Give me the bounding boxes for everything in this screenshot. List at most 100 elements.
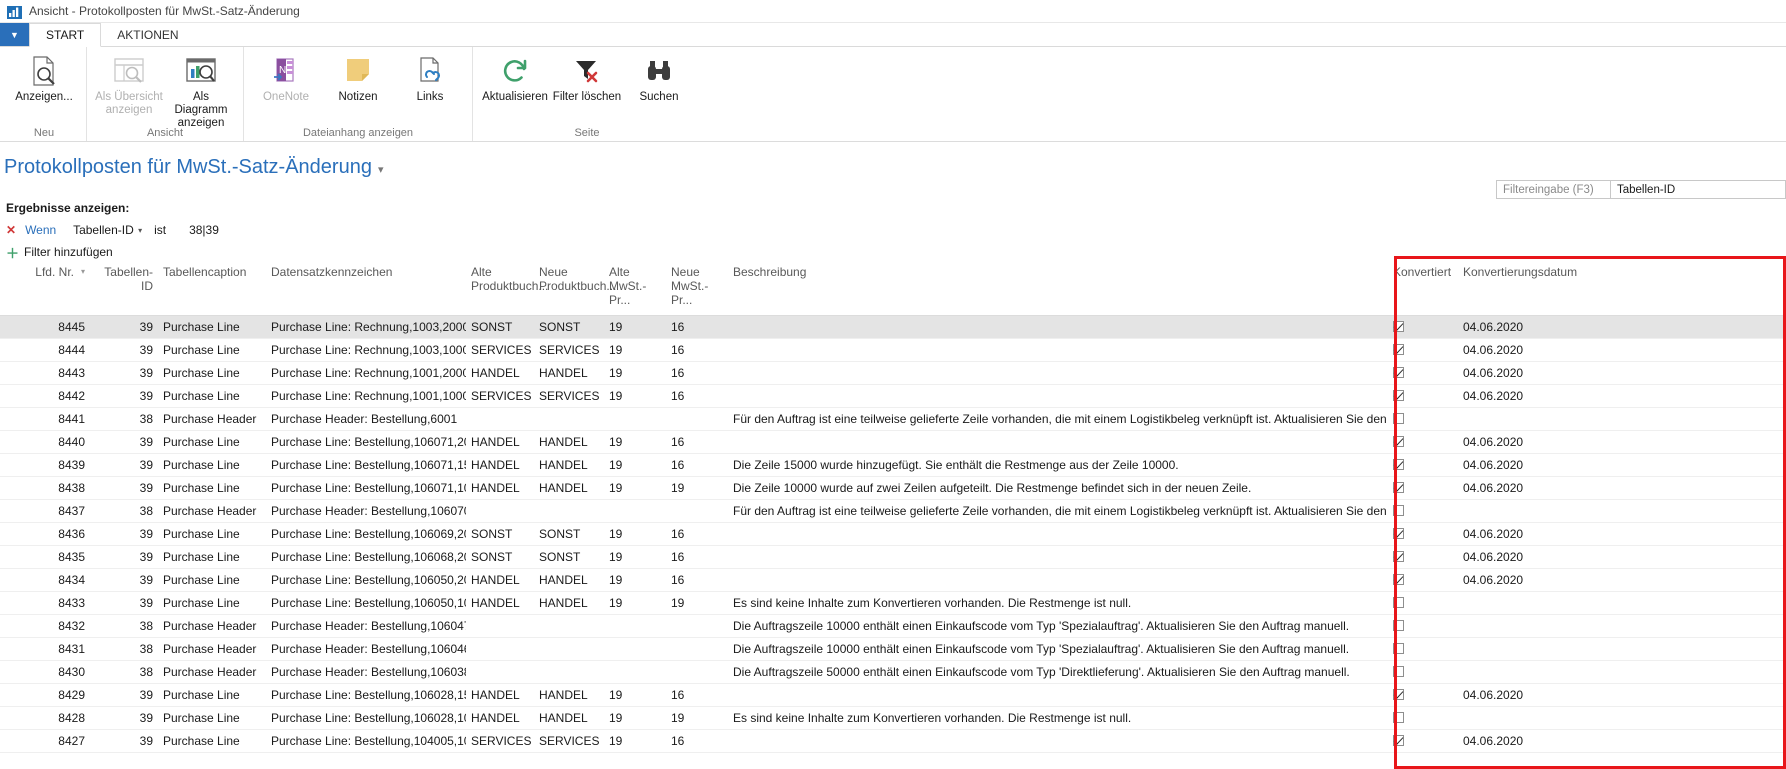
table-row[interactable]: 8438 39 Purchase Line Purchase Line: Bestel… xyxy=(0,476,1786,500)
table-row[interactable]: 8442 39 Purchase Line Purchase Line: Rechnu… xyxy=(0,384,1786,408)
konvertiert-checkbox[interactable] xyxy=(1393,321,1404,332)
remove-filter-icon[interactable]: ✕ xyxy=(6,223,16,237)
links-button[interactable]: Links xyxy=(394,49,466,104)
filter-condition-label[interactable]: Wenn xyxy=(25,223,73,237)
cell-tabellen_id: 38 xyxy=(90,637,158,661)
add-filter-row[interactable]: ＋ Filter hinzufügen xyxy=(0,242,1786,262)
filter-pane: Filtereingabe (F3) Tabellen-ID xyxy=(1496,180,1786,199)
als-diagramm-anzeigen-button[interactable]: Als Diagramm anzeigen xyxy=(165,49,237,130)
konvertiert-checkbox[interactable] xyxy=(1393,413,1404,424)
notizen-button[interactable]: Notizen xyxy=(322,49,394,104)
cell-tabellencaption: Purchase Line xyxy=(158,729,266,753)
cell-konvertierungsdatum: 04.06.2020 xyxy=(1458,683,1786,707)
column-header-tabellen_id[interactable]: Tabellen-ID xyxy=(90,262,158,316)
konvertiert-checkbox[interactable] xyxy=(1393,643,1404,654)
column-header-alte_mwst[interactable]: Alte MwSt.-Pr... xyxy=(604,262,666,316)
cell-beschreibung xyxy=(728,545,1388,569)
cell-neue_mwst: 16 xyxy=(666,568,728,592)
filter-value[interactable]: 38|39 xyxy=(189,223,219,237)
cell-konvertiert xyxy=(1388,522,1458,546)
aktualisieren-button[interactable]: Aktualisieren xyxy=(479,49,551,104)
cell-datensatzkennzeichen: Purchase Line: Bestellung,106071,10000 xyxy=(266,476,466,500)
konvertiert-checkbox[interactable] xyxy=(1393,390,1404,401)
filter-field-box[interactable]: Tabellen-ID xyxy=(1611,180,1786,199)
konvertiert-checkbox[interactable] xyxy=(1393,344,1404,355)
konvertiert-checkbox[interactable] xyxy=(1393,528,1404,539)
suchen-button[interactable]: Suchen xyxy=(623,49,695,104)
cell-datensatzkennzeichen: Purchase Line: Bestellung,104005,100000 xyxy=(266,729,466,753)
cell-konvertiert xyxy=(1388,614,1458,638)
sort-descending-icon[interactable]: ▾ xyxy=(81,265,85,279)
konvertiert-checkbox[interactable] xyxy=(1393,620,1404,631)
column-header-datensatzkennzeichen[interactable]: Datensatzkennzeichen xyxy=(266,262,466,316)
column-header-beschreibung[interactable]: Beschreibung xyxy=(728,262,1388,316)
filter-input[interactable]: Filtereingabe (F3) xyxy=(1496,180,1611,199)
cell-lfd_nr: 8431 xyxy=(0,637,90,661)
quick-access-dropdown-button[interactable]: ▼ xyxy=(0,23,29,46)
column-header-konvertierungsdatum[interactable]: Konvertierungsdatum xyxy=(1458,262,1786,316)
suchen-button-label: Suchen xyxy=(639,91,679,103)
table-row[interactable]: 8428 39 Purchase Line Purchase Line: Bestel… xyxy=(0,706,1786,730)
konvertiert-checkbox[interactable] xyxy=(1393,436,1404,447)
konvertiert-checkbox[interactable] xyxy=(1393,666,1404,677)
column-header-alte_produktbuch[interactable]: Alte Produktbuch... xyxy=(466,262,548,316)
column-header-label: Konvertierungsdatum xyxy=(1463,265,1578,279)
table-row[interactable]: 8440 39 Purchase Line Purchase Line: Bestel… xyxy=(0,430,1786,454)
table-row[interactable]: 8436 39 Purchase Line Purchase Line: Bestel… xyxy=(0,522,1786,546)
column-header-neue_mwst[interactable]: Neue MwSt.-Pr... xyxy=(666,262,728,316)
table-row[interactable]: 8434 39 Purchase Line Purchase Line: Bestel… xyxy=(0,568,1786,592)
konvertiert-checkbox[interactable] xyxy=(1393,574,1404,585)
konvertiert-checkbox[interactable] xyxy=(1393,689,1404,700)
chevron-down-icon[interactable]: ▾ xyxy=(138,226,142,235)
konvertiert-checkbox[interactable] xyxy=(1393,459,1404,470)
als-uebersicht-anzeigen-button[interactable]: Als Übersicht anzeigen xyxy=(93,49,165,117)
table-row[interactable]: 8431 38 Purchase Header Purchase Header: Be… xyxy=(0,637,1786,661)
cell-lfd_nr: 8444 xyxy=(0,338,90,362)
table-row[interactable]: 8443 39 Purchase Line Purchase Line: Rechnu… xyxy=(0,361,1786,385)
column-header-neue_produktbuch[interactable]: Neue Produktbuch... xyxy=(534,262,616,316)
konvertiert-checkbox[interactable] xyxy=(1393,367,1404,378)
cell-tabellencaption: Purchase Line xyxy=(158,315,266,339)
column-header-konvertiert[interactable]: Konvertiert xyxy=(1388,262,1458,316)
konvertiert-checkbox[interactable] xyxy=(1393,551,1404,562)
cell-lfd_nr: 8434 xyxy=(0,568,90,592)
table-row[interactable]: 8430 38 Purchase Header Purchase Header: Be… xyxy=(0,660,1786,684)
konvertiert-checkbox[interactable] xyxy=(1393,712,1404,723)
cell-lfd_nr: 8440 xyxy=(0,430,90,454)
table-row[interactable]: 8427 39 Purchase Line Purchase Line: Bestel… xyxy=(0,729,1786,753)
anzeigen-button[interactable]: Anzeigen... xyxy=(8,49,80,104)
filter-field-name[interactable]: Tabellen-ID xyxy=(73,223,135,237)
cell-alte_mwst xyxy=(604,614,666,638)
cell-konvertierungsdatum xyxy=(1458,706,1786,730)
table-row[interactable]: 8445 39 Purchase Line Purchase Line: Rechnu… xyxy=(0,315,1786,339)
table-row[interactable]: 8441 38 Purchase Header Purchase Header: Be… xyxy=(0,407,1786,431)
page-title-caret-icon[interactable]: ▾ xyxy=(378,164,384,176)
cell-lfd_nr: 8435 xyxy=(0,545,90,569)
tab-aktionen[interactable]: AKTIONEN xyxy=(101,23,195,46)
table-row[interactable]: 8437 38 Purchase Header Purchase Header: Be… xyxy=(0,499,1786,523)
konvertiert-checkbox[interactable] xyxy=(1393,597,1404,608)
cell-alte_produktbuch xyxy=(466,407,534,431)
konvertiert-checkbox[interactable] xyxy=(1393,505,1404,516)
table-row[interactable]: 8439 39 Purchase Line Purchase Line: Bestel… xyxy=(0,453,1786,477)
table-row[interactable]: 8429 39 Purchase Line Purchase Line: Bestel… xyxy=(0,683,1786,707)
konvertiert-checkbox[interactable] xyxy=(1393,482,1404,493)
table-row[interactable]: 8435 39 Purchase Line Purchase Line: Bestel… xyxy=(0,545,1786,569)
table-row[interactable]: 8433 39 Purchase Line Purchase Line: Bestel… xyxy=(0,591,1786,615)
column-header-lfd_nr[interactable]: Lfd. Nr. ▾ xyxy=(0,262,90,316)
column-header-tabellencaption[interactable]: Tabellencaption xyxy=(158,262,266,316)
als-uebersicht-anzeigen-label: Als Übersicht anzeigen xyxy=(95,91,163,116)
konvertiert-checkbox[interactable] xyxy=(1393,735,1404,746)
tab-start[interactable]: START xyxy=(29,23,102,47)
table-row[interactable]: 8432 38 Purchase Header Purchase Header: Be… xyxy=(0,614,1786,638)
cell-tabellen_id: 38 xyxy=(90,499,158,523)
onenote-button[interactable]: N OneNote xyxy=(250,49,322,104)
cell-alte_produktbuch: HANDEL xyxy=(466,476,534,500)
filter-loeschen-button[interactable]: Filter löschen xyxy=(551,49,623,104)
cell-alte_produktbuch: HANDEL xyxy=(466,706,534,730)
cell-beschreibung: Für den Auftrag ist eine teilweise gelie… xyxy=(728,407,1388,431)
cell-konvertiert xyxy=(1388,637,1458,661)
cell-neue_produktbuch xyxy=(534,407,604,431)
cell-konvertierungsdatum xyxy=(1458,660,1786,684)
table-row[interactable]: 8444 39 Purchase Line Purchase Line: Rechnu… xyxy=(0,338,1786,362)
